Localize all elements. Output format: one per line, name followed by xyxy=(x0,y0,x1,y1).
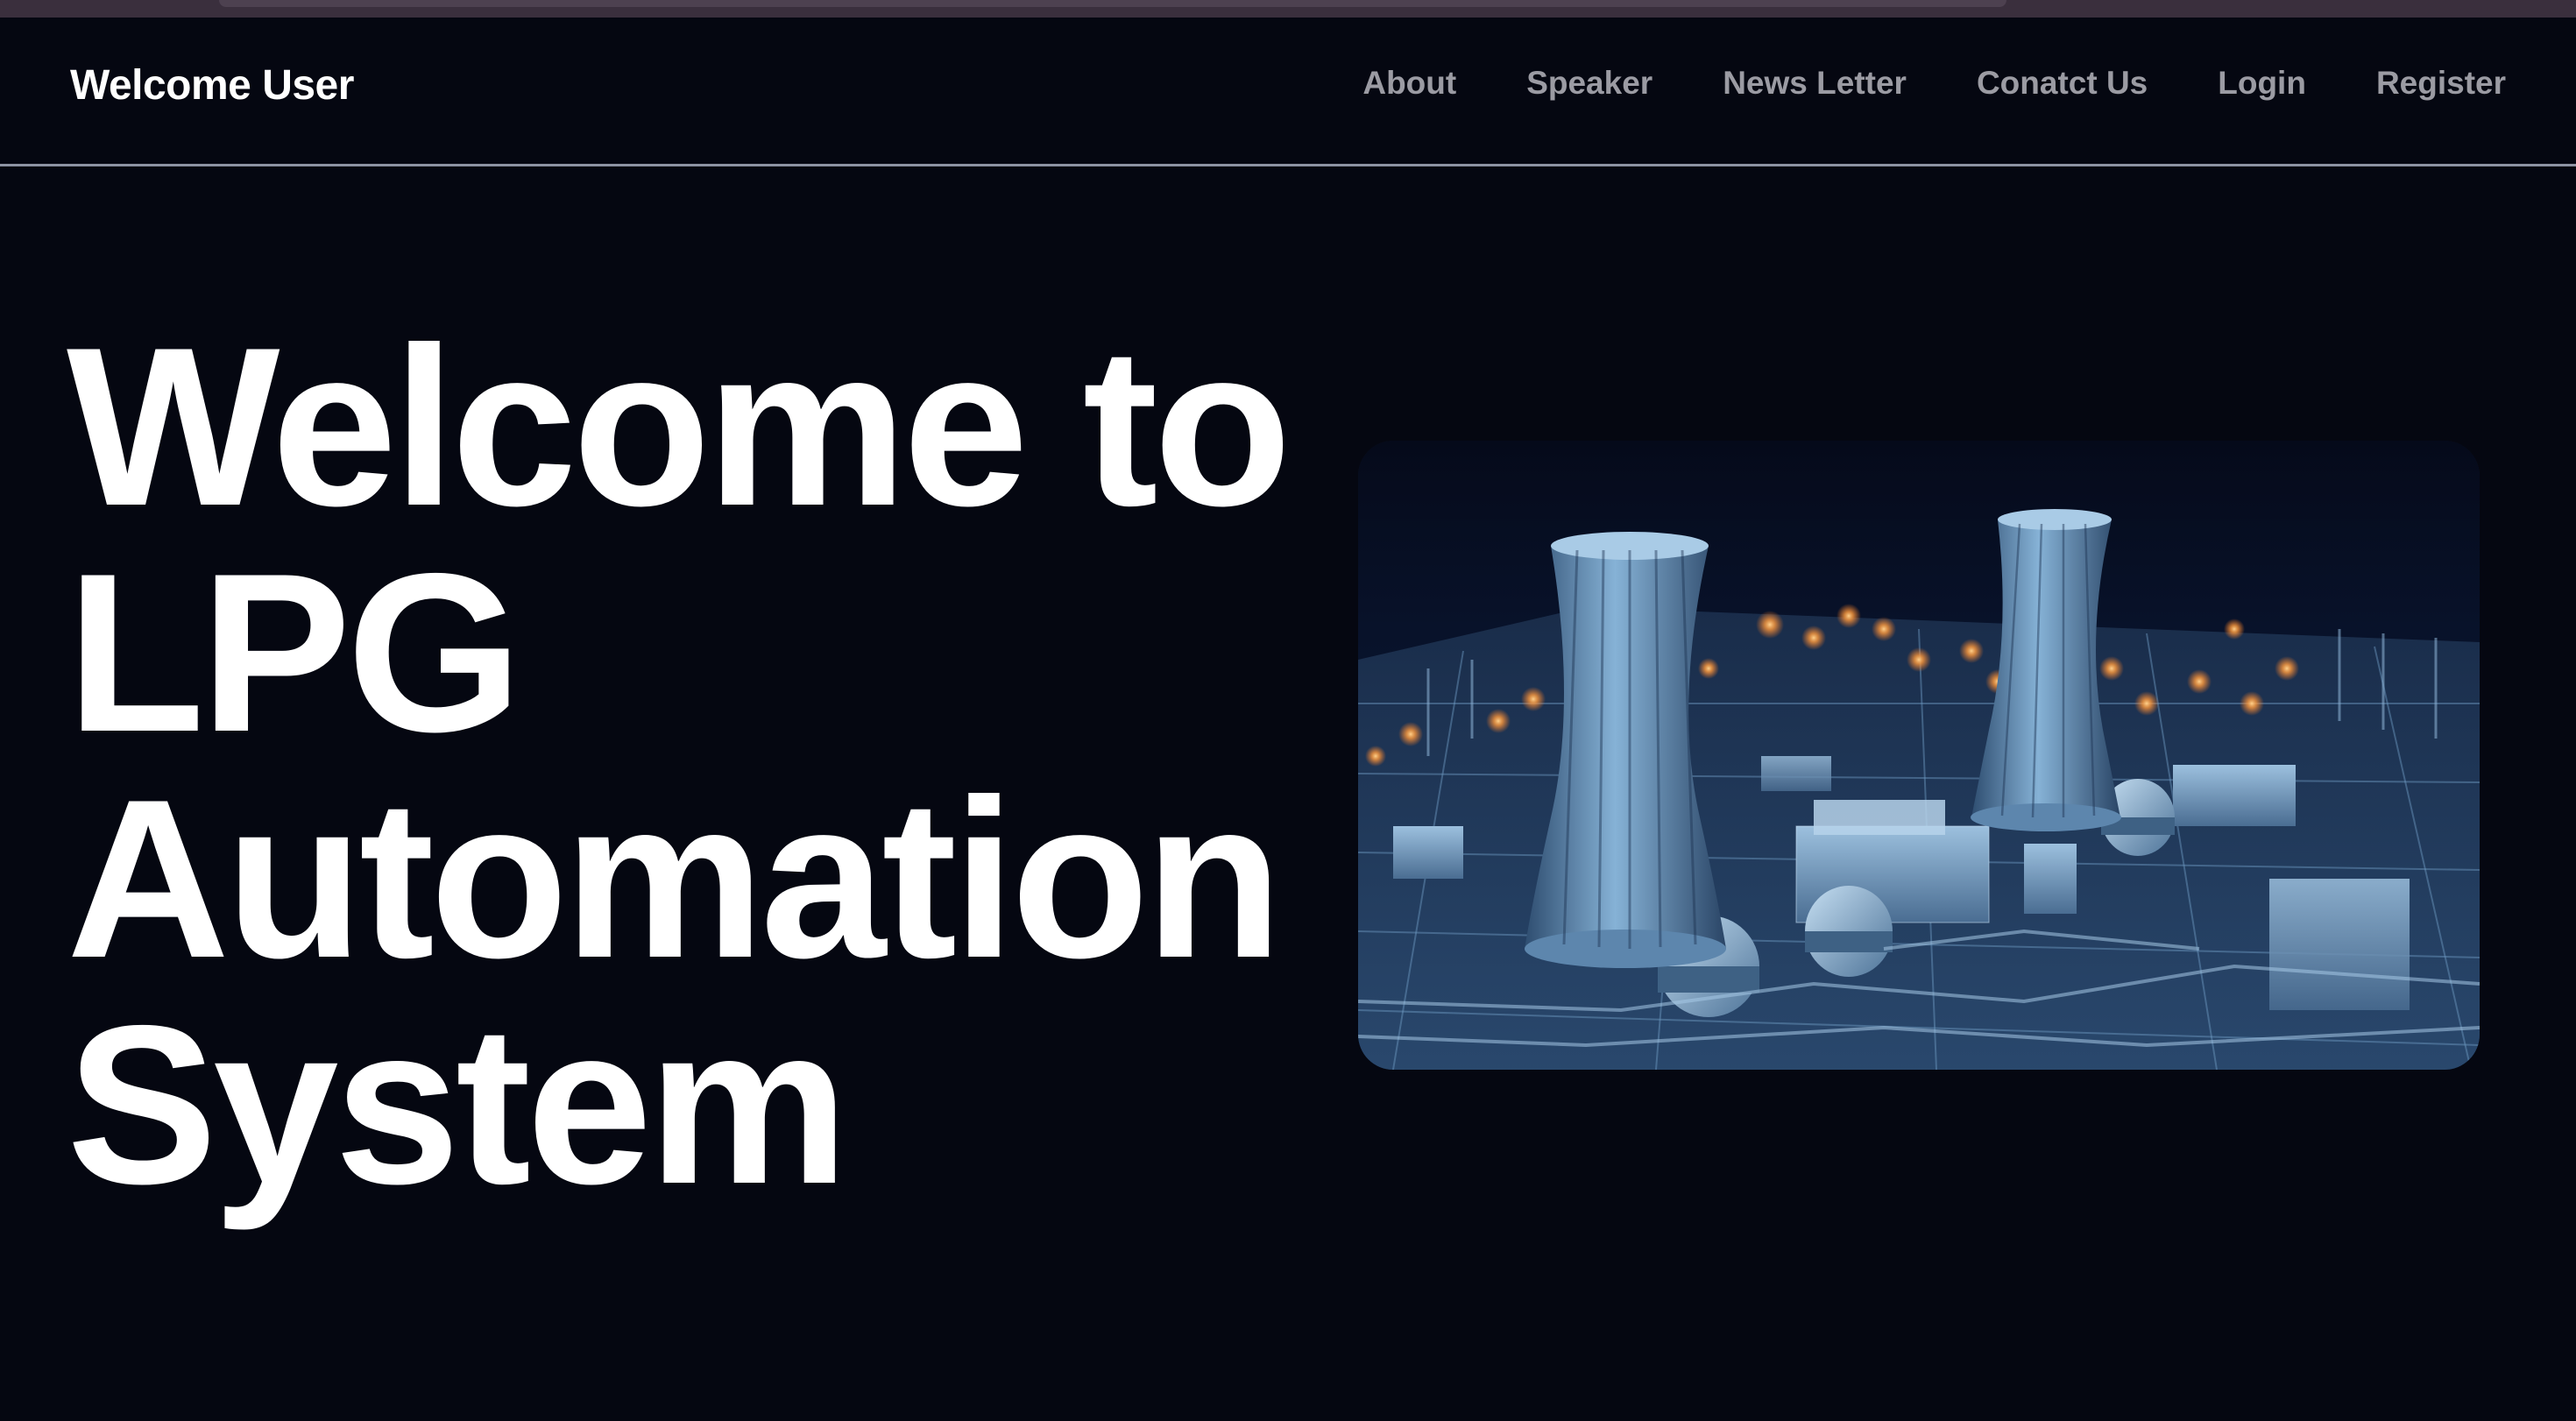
hero-title-line: System xyxy=(67,978,849,1231)
nav-link-contact[interactable]: Conatct Us xyxy=(1977,65,2148,102)
nav-links: About Speaker News Letter Conatct Us Log… xyxy=(1292,65,2506,102)
hero-title-line: Automation xyxy=(67,752,1283,1005)
hero-title: Welcome to LPG Automation System xyxy=(67,314,1346,1218)
nav-link-speaker[interactable]: Speaker xyxy=(1526,65,1652,102)
hero-title-line: LPG xyxy=(67,526,522,779)
browser-top-strip xyxy=(0,0,2576,18)
browser-tab-edge xyxy=(219,0,2006,7)
brand-title[interactable]: Welcome User xyxy=(70,61,354,110)
nav-link-about[interactable]: About xyxy=(1362,65,1456,102)
nav-link-login[interactable]: Login xyxy=(2218,65,2306,102)
nav-link-newsletter[interactable]: News Letter xyxy=(1723,65,1907,102)
navbar: Welcome User About Speaker News Letter C… xyxy=(0,18,2576,166)
industrial-plant-illustration xyxy=(1358,441,2480,1070)
hero-image xyxy=(1358,441,2480,1070)
hero-title-line: Welcome to xyxy=(67,300,1292,553)
nav-link-register[interactable]: Register xyxy=(2376,65,2506,102)
